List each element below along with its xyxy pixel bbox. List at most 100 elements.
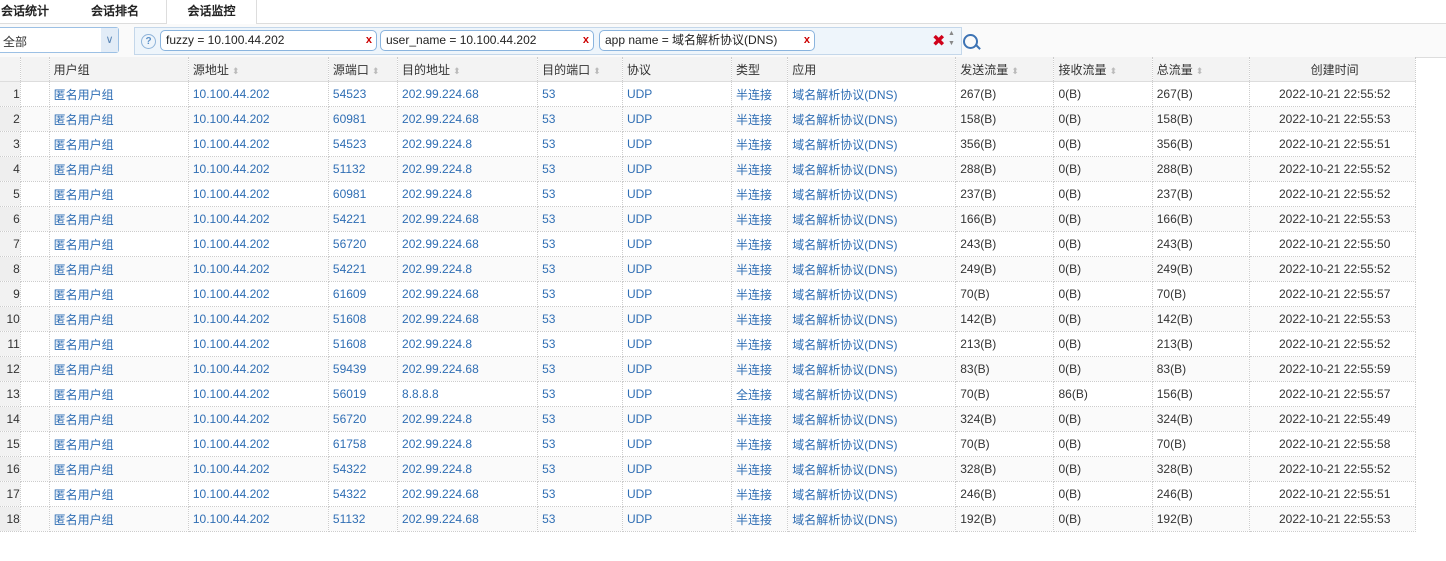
cell-protocol[interactable]: UDP xyxy=(622,381,732,407)
cell-protocol[interactable]: UDP xyxy=(622,306,732,332)
cell-dst-ip[interactable]: 202.99.224.68 xyxy=(397,306,539,332)
cell-protocol[interactable]: UDP xyxy=(622,206,732,232)
cell-protocol[interactable]: UDP xyxy=(622,231,732,257)
cell-protocol[interactable]: UDP xyxy=(622,356,732,382)
table-row[interactable]: 18 匿名用户组 10.100.44.202 51132 202.99.224.68 53… xyxy=(0,506,1416,532)
column-header-dst-ip[interactable]: 目的地址 ⬍ xyxy=(397,57,539,82)
tab-session-ranking[interactable]: 会话排名 xyxy=(80,0,150,23)
cell-dst-ip[interactable]: 202.99.224.68 xyxy=(397,206,539,232)
cell-user-group[interactable]: 匿名用户组 xyxy=(49,381,189,407)
remove-chip-icon[interactable]: x xyxy=(366,31,372,50)
row-select-cell[interactable] xyxy=(20,281,50,307)
cell-src-ip[interactable]: 10.100.44.202 xyxy=(188,256,329,282)
cell-src-port[interactable]: 54322 xyxy=(328,456,399,482)
cell-src-ip[interactable]: 10.100.44.202 xyxy=(188,156,329,182)
cell-dst-port[interactable]: 53 xyxy=(537,356,623,382)
cell-protocol[interactable]: UDP xyxy=(622,506,732,532)
cell-user-group[interactable]: 匿名用户组 xyxy=(49,131,189,157)
chevron-down-icon[interactable]: ∨ xyxy=(101,28,118,52)
cell-src-port[interactable]: 54523 xyxy=(328,131,399,157)
cell-user-group[interactable]: 匿名用户组 xyxy=(49,506,189,532)
sort-icon[interactable]: ⬍ xyxy=(1011,66,1019,76)
cell-type[interactable]: 半连接 xyxy=(731,231,789,257)
cell-dst-ip[interactable]: 202.99.224.68 xyxy=(397,106,539,132)
cell-protocol[interactable]: UDP xyxy=(622,281,732,307)
cell-user-group[interactable]: 匿名用户组 xyxy=(49,206,189,232)
cell-user-group[interactable]: 匿名用户组 xyxy=(49,356,189,382)
cell-dst-ip[interactable]: 202.99.224.8 xyxy=(397,131,539,157)
row-select-cell[interactable] xyxy=(20,406,50,432)
cell-user-group[interactable]: 匿名用户组 xyxy=(49,456,189,482)
cell-src-port[interactable]: 51608 xyxy=(328,306,399,332)
cell-dst-ip[interactable]: 8.8.8.8 xyxy=(397,381,539,407)
column-header-total[interactable]: 总流量 ⬍ xyxy=(1152,57,1251,82)
cell-type[interactable]: 半连接 xyxy=(731,331,789,357)
sort-icon[interactable]: ⬍ xyxy=(1110,66,1118,76)
cell-src-ip[interactable]: 10.100.44.202 xyxy=(188,131,329,157)
cell-type[interactable]: 半连接 xyxy=(731,206,789,232)
search-icon[interactable] xyxy=(963,34,978,49)
cell-user-group[interactable]: 匿名用户组 xyxy=(49,106,189,132)
help-icon[interactable]: ? xyxy=(141,34,156,49)
cell-protocol[interactable]: UDP xyxy=(622,156,732,182)
column-header-received[interactable]: 接收流量 ⬍ xyxy=(1053,57,1153,82)
cell-dst-port[interactable]: 53 xyxy=(537,406,623,432)
table-row[interactable]: 15 匿名用户组 10.100.44.202 61758 202.99.224.8 53 U… xyxy=(0,431,1416,457)
cell-src-ip[interactable]: 10.100.44.202 xyxy=(188,356,329,382)
cell-protocol[interactable]: UDP xyxy=(622,481,732,507)
cell-src-port[interactable]: 54523 xyxy=(328,81,399,107)
cell-src-ip[interactable]: 10.100.44.202 xyxy=(188,306,329,332)
scope-select[interactable]: 全部 ∨ xyxy=(0,27,119,53)
cell-dst-port[interactable]: 53 xyxy=(537,181,623,207)
row-select-cell[interactable] xyxy=(20,181,50,207)
cell-app[interactable]: 域名解析协议(DNS) xyxy=(787,506,957,532)
cell-app[interactable]: 域名解析协议(DNS) xyxy=(787,231,957,257)
table-row[interactable]: 3 匿名用户组 10.100.44.202 54523 202.99.224.8 53 UD… xyxy=(0,131,1416,157)
cell-src-port[interactable]: 56720 xyxy=(328,231,399,257)
row-select-cell[interactable] xyxy=(20,306,50,332)
table-row[interactable]: 1 匿名用户组 10.100.44.202 54523 202.99.224.68 53 U… xyxy=(0,81,1416,107)
spinner-arrows-icon[interactable]: ▲ ▼ xyxy=(948,29,955,49)
row-select-cell[interactable] xyxy=(20,156,50,182)
cell-dst-ip[interactable]: 202.99.224.8 xyxy=(397,406,539,432)
cell-app[interactable]: 域名解析协议(DNS) xyxy=(787,356,957,382)
cell-dst-port[interactable]: 53 xyxy=(537,206,623,232)
cell-dst-port[interactable]: 53 xyxy=(537,506,623,532)
cell-dst-ip[interactable]: 202.99.224.8 xyxy=(397,331,539,357)
cell-app[interactable]: 域名解析协议(DNS) xyxy=(787,306,957,332)
remove-chip-icon[interactable]: x xyxy=(583,31,589,50)
cell-type[interactable]: 半连接 xyxy=(731,306,789,332)
cell-type[interactable]: 半连接 xyxy=(731,256,789,282)
cell-app[interactable]: 域名解析协议(DNS) xyxy=(787,156,957,182)
sort-icon[interactable]: ⬍ xyxy=(1196,66,1204,76)
cell-type[interactable]: 半连接 xyxy=(731,156,789,182)
cell-dst-ip[interactable]: 202.99.224.68 xyxy=(397,356,539,382)
cell-app[interactable]: 域名解析协议(DNS) xyxy=(787,406,957,432)
cell-dst-ip[interactable]: 202.99.224.68 xyxy=(397,81,539,107)
table-row[interactable]: 8 匿名用户组 10.100.44.202 54221 202.99.224.8 53 UD… xyxy=(0,256,1416,282)
row-select-cell[interactable] xyxy=(20,331,50,357)
cell-app[interactable]: 域名解析协议(DNS) xyxy=(787,206,957,232)
cell-src-port[interactable]: 54322 xyxy=(328,481,399,507)
cell-dst-port[interactable]: 53 xyxy=(537,231,623,257)
cell-protocol[interactable]: UDP xyxy=(622,181,732,207)
table-row[interactable]: 13 匿名用户组 10.100.44.202 56019 8.8.8.8 53 UDP 全连接… xyxy=(0,381,1416,407)
cell-src-port[interactable]: 54221 xyxy=(328,206,399,232)
cell-dst-ip[interactable]: 202.99.224.8 xyxy=(397,156,539,182)
cell-dst-ip[interactable]: 202.99.224.8 xyxy=(397,431,539,457)
cell-src-ip[interactable]: 10.100.44.202 xyxy=(188,106,329,132)
cell-type[interactable]: 半连接 xyxy=(731,506,789,532)
table-row[interactable]: 7 匿名用户组 10.100.44.202 56720 202.99.224.68 53 U… xyxy=(0,231,1416,257)
cell-dst-ip[interactable]: 202.99.224.8 xyxy=(397,256,539,282)
cell-type[interactable]: 半连接 xyxy=(731,106,789,132)
cell-dst-port[interactable]: 53 xyxy=(537,481,623,507)
cell-user-group[interactable]: 匿名用户组 xyxy=(49,81,189,107)
table-row[interactable]: 10 匿名用户组 10.100.44.202 51608 202.99.224.68 53… xyxy=(0,306,1416,332)
tab-session-stats[interactable]: 会话统计 xyxy=(0,0,60,23)
row-select-cell[interactable] xyxy=(20,131,50,157)
cell-user-group[interactable]: 匿名用户组 xyxy=(49,281,189,307)
clear-all-icon[interactable]: ✖ xyxy=(932,31,945,51)
cell-src-port[interactable]: 54221 xyxy=(328,256,399,282)
cell-type[interactable]: 半连接 xyxy=(731,181,789,207)
cell-type[interactable]: 半连接 xyxy=(731,81,789,107)
